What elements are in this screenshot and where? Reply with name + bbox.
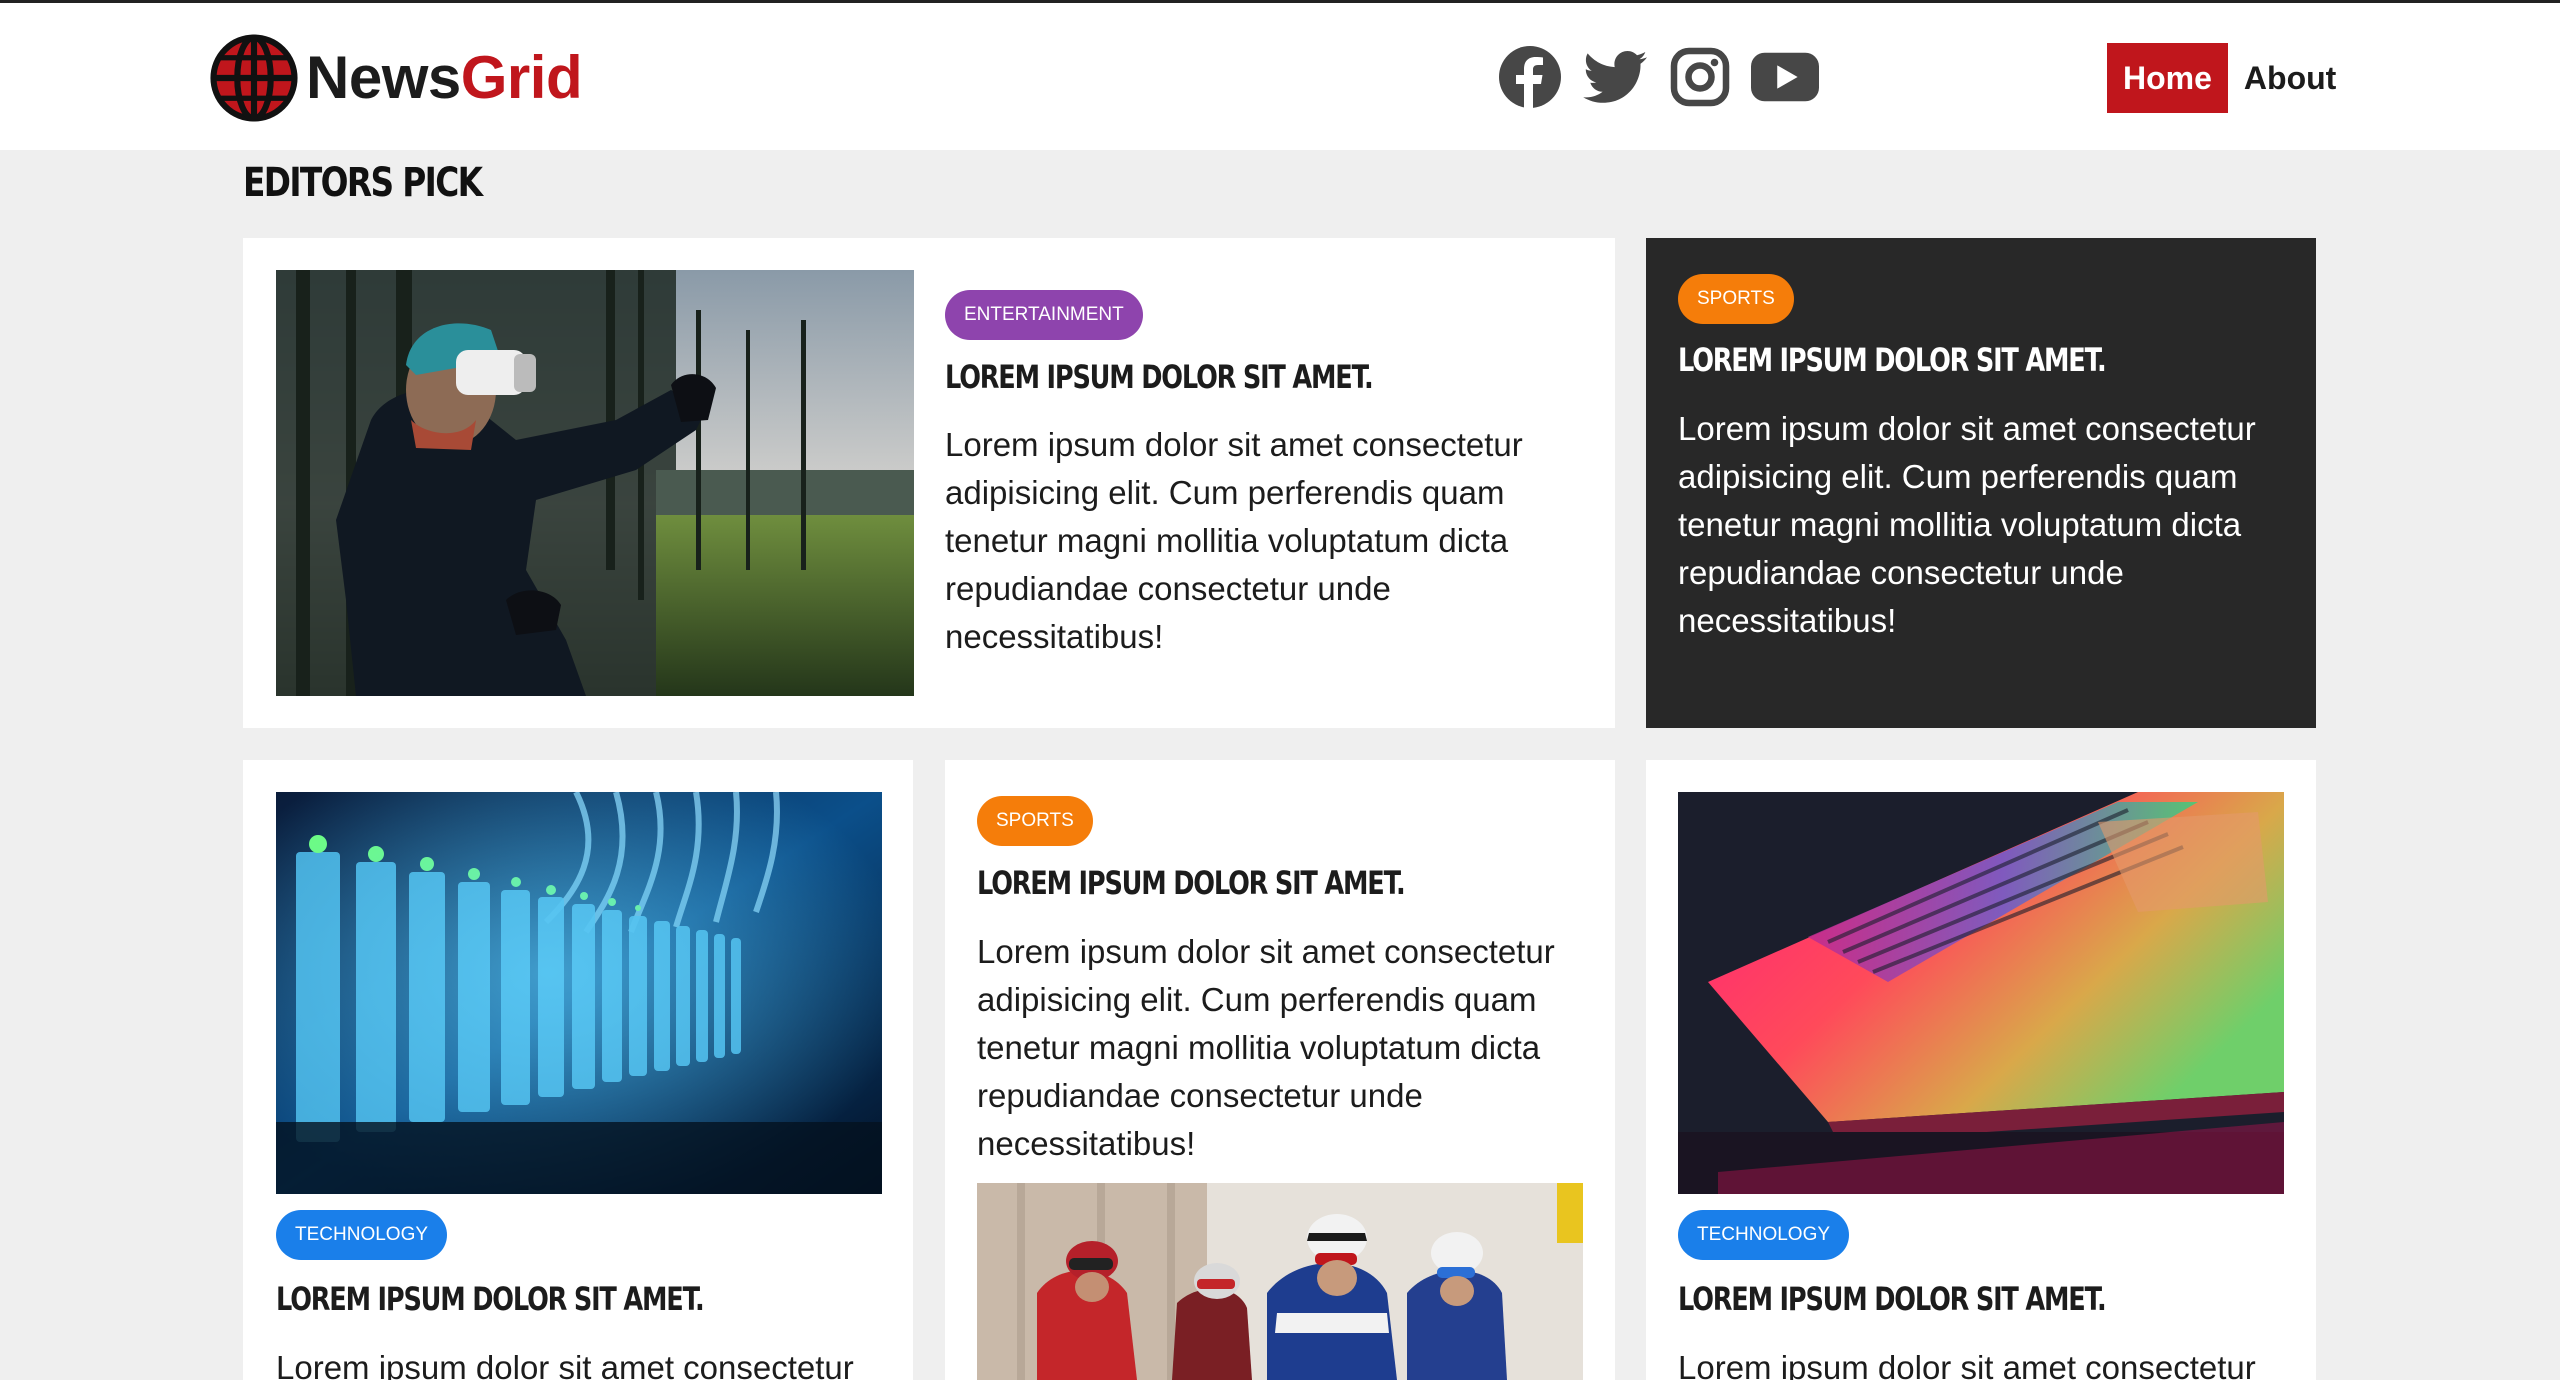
instagram-icon (1670, 47, 1730, 107)
nav-about-link[interactable]: About (2228, 43, 2352, 113)
site-header: NewsGrid Home About (0, 0, 2560, 150)
article-card[interactable]: Sports Lorem ipsum dolor sit amet. Lorem… (945, 760, 1615, 1380)
main-nav: Home About (2107, 43, 2352, 113)
article-title[interactable]: Lorem ipsum dolor sit amet. (276, 1280, 705, 1318)
article-title[interactable]: Lorem ipsum dolor sit amet. (1678, 1280, 2107, 1318)
article-excerpt: Lorem ipsum dolor sit amet consectetur (1678, 1349, 2256, 1380)
globe-icon (210, 34, 298, 122)
article-card[interactable]: Sports Lorem ipsum dolor sit amet. Lorem… (1646, 238, 2316, 728)
article-image[interactable] (276, 270, 914, 696)
social-links (1496, 43, 1836, 111)
category-badge[interactable]: Entertainment (945, 290, 1143, 340)
article-title[interactable]: Lorem ipsum dolor sit amet. (1678, 341, 2107, 379)
twitter-icon (1583, 51, 1647, 103)
article-image[interactable] (276, 792, 882, 1194)
site-name: NewsGrid (306, 48, 583, 108)
section-title: Editors Pick (243, 160, 483, 206)
article-title[interactable]: Lorem ipsum dolor sit amet. (945, 358, 1374, 396)
instagram-link[interactable] (1666, 43, 1734, 111)
article-excerpt: Lorem ipsum dolor sit amet consectetur a… (977, 933, 1555, 1162)
site-logo[interactable]: NewsGrid (210, 33, 583, 123)
vr-headset-image (276, 270, 914, 696)
article-excerpt: Lorem ipsum dolor sit amet consectetur a… (945, 426, 1523, 655)
site-name-part1: News (306, 44, 461, 111)
article-card[interactable]: Entertainment Lorem ipsum dolor sit amet… (243, 238, 1615, 728)
nav-home-link[interactable]: Home (2107, 43, 2228, 113)
cyclists-image (977, 1183, 1583, 1380)
twitter-link[interactable] (1581, 43, 1649, 111)
facebook-icon (1499, 46, 1561, 108)
article-image[interactable] (1678, 792, 2284, 1194)
site-name-part2: Grid (460, 44, 583, 111)
category-badge[interactable]: Technology (276, 1210, 448, 1260)
article-excerpt: Lorem ipsum dolor sit amet consectetur a… (1678, 410, 2256, 639)
article-card[interactable]: Technology Lorem ipsum dolor sit amet. L… (1646, 760, 2316, 1380)
category-badge[interactable]: Sports (977, 796, 1093, 846)
youtube-link[interactable] (1751, 43, 1819, 111)
category-badge[interactable]: Technology (1678, 1210, 1850, 1260)
laptop-image (1678, 792, 2284, 1194)
facebook-link[interactable] (1496, 43, 1564, 111)
article-card[interactable]: Technology Lorem ipsum dolor sit amet. L… (243, 760, 913, 1380)
article-excerpt: Lorem ipsum dolor sit amet consectetur (276, 1349, 854, 1380)
article-image[interactable] (977, 1183, 1583, 1380)
youtube-icon (1751, 52, 1819, 102)
article-title[interactable]: Lorem ipsum dolor sit amet. (977, 864, 1406, 902)
category-badge[interactable]: Sports (1678, 274, 1794, 324)
server-rack-image (276, 792, 882, 1194)
